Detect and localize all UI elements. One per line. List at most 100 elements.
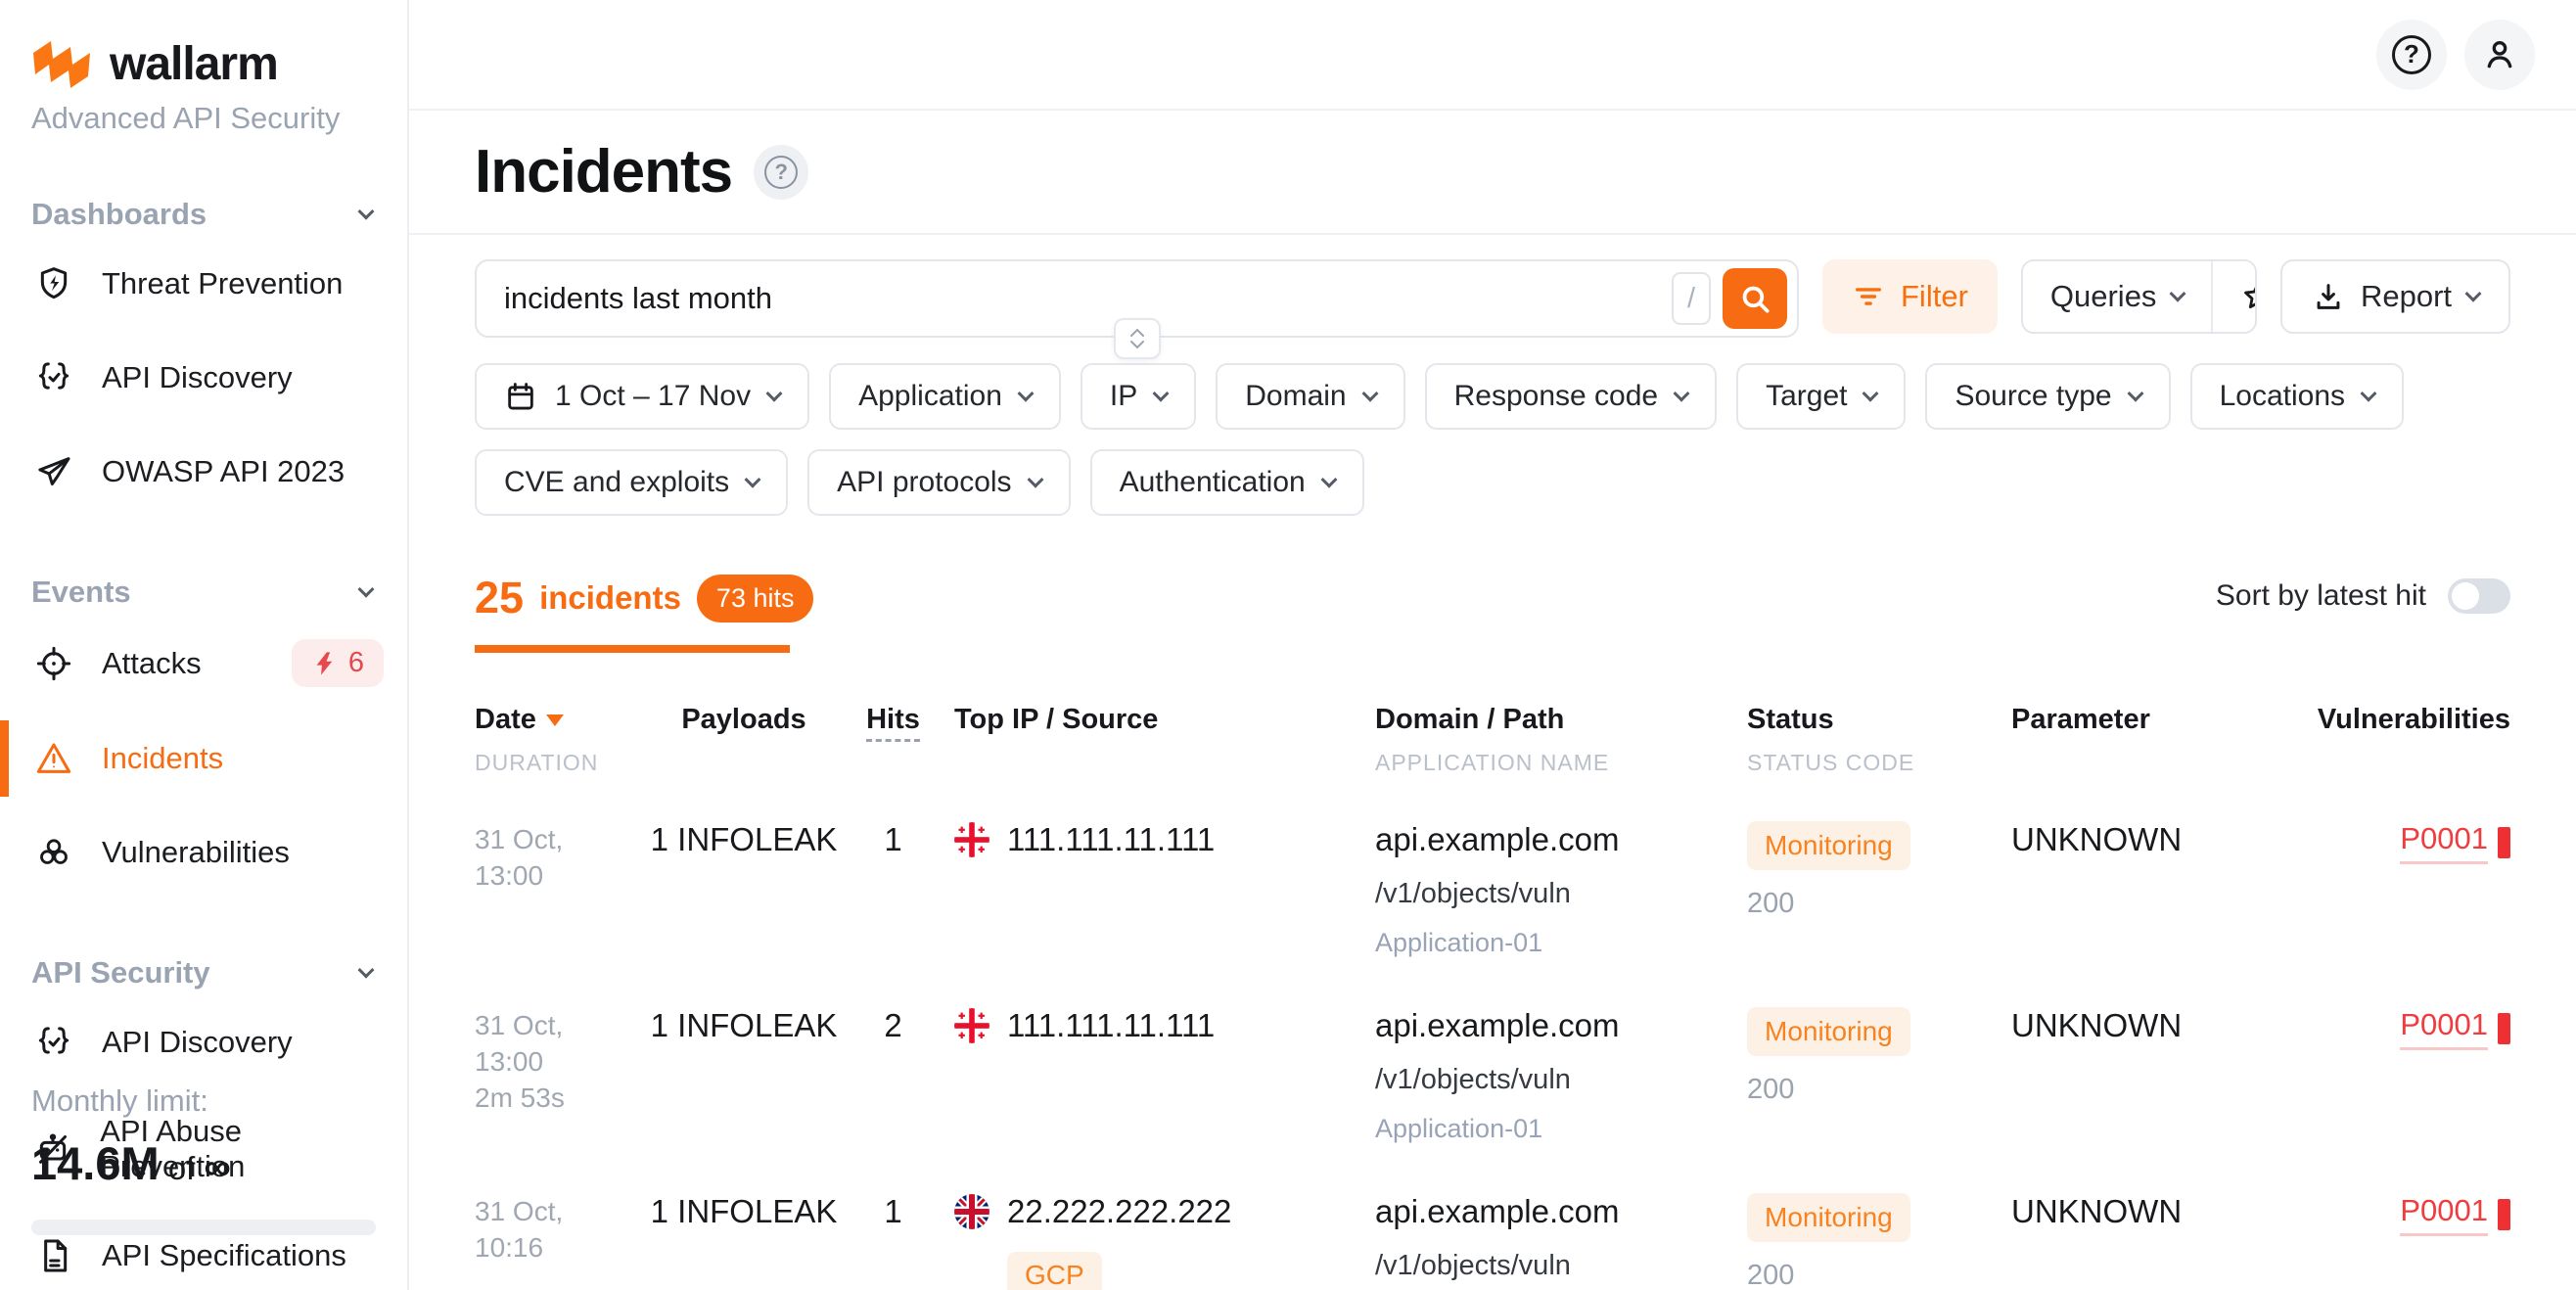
shield-bolt-icon [31, 261, 76, 306]
chevron-down-icon [1674, 386, 1690, 402]
question-icon: ? [2392, 35, 2431, 74]
vulnerability-link[interactable]: P0001 [2400, 821, 2510, 864]
chevron-down-icon [2465, 286, 2482, 302]
sidebar-section-events[interactable]: Events [0, 575, 407, 610]
sort-desc-icon [546, 714, 564, 726]
ip-filter[interactable]: IP [1081, 363, 1196, 430]
risk-bar-icon [2498, 1199, 2510, 1230]
sidebar-item-label: API Specifications [102, 1238, 346, 1273]
application-name: Application-01 [1375, 1114, 1727, 1144]
sidebar-section-api-security[interactable]: API Security [0, 955, 407, 991]
sidebar-item-api-discovery-2[interactable]: API Discovery [0, 1000, 407, 1084]
calendar-icon [504, 380, 537, 413]
user-menu-button[interactable] [2464, 20, 2535, 90]
ip-address[interactable]: 22.222.222.222 [1007, 1193, 1231, 1230]
page-help-button[interactable]: ? [754, 145, 808, 200]
cell-status: Monitoring 200 [1727, 1007, 1992, 1144]
sidebar-item-vulnerabilities[interactable]: Vulnerabilities [0, 810, 407, 895]
application-filter[interactable]: Application [829, 363, 1061, 430]
cell-parameter: UNKNOWN [1992, 1007, 2315, 1144]
path: /v1/objects/vuln [1375, 878, 1727, 910]
product-subtitle: Advanced API Security [0, 91, 407, 136]
date-range-filter[interactable]: 1 Oct – 17 Nov [475, 363, 809, 430]
incidents-count: 25 [475, 573, 524, 623]
table-body: 31 Oct, 13:00 1 INFOLEAK 1 111.111.11.11… [475, 821, 2510, 1290]
cve-exploits-filter[interactable]: CVE and exploits [475, 449, 788, 516]
filter-chips-row-1: 1 Oct – 17 Nov Application IP Domain Res… [409, 338, 2576, 430]
api-protocols-filter[interactable]: API protocols [807, 449, 1070, 516]
domain[interactable]: api.example.com [1375, 821, 1727, 858]
col-hits[interactable]: Hits [851, 704, 935, 776]
logo[interactable]: wallarm [0, 29, 407, 91]
chevron-down-icon [358, 204, 375, 220]
infinity-symbol: ∞ [205, 1147, 231, 1188]
response-code-filter[interactable]: Response code [1425, 363, 1717, 430]
cell-date: 31 Oct, 13:00 2m 53s [475, 1007, 636, 1144]
sort-toggle[interactable] [2448, 578, 2510, 614]
sidebar-item-label: Attacks [102, 646, 202, 681]
source-type-filter[interactable]: Source type [1925, 363, 2170, 430]
crosshair-icon [31, 641, 76, 686]
col-payloads: Payloads [636, 704, 851, 776]
cell-payloads: 1 INFOLEAK [636, 1007, 851, 1144]
sort-label: Sort by latest hit [2216, 579, 2426, 613]
page-title: Incidents [475, 137, 732, 207]
sidebar-section-dashboards[interactable]: Dashboards [0, 197, 407, 232]
chevron-up-icon [1129, 328, 1145, 338]
cell-payloads: 1 INFOLEAK [636, 1193, 851, 1290]
user-icon [2480, 35, 2519, 74]
domain[interactable]: api.example.com [1375, 1193, 1727, 1230]
domain-filter[interactable]: Domain [1216, 363, 1404, 430]
wallarm-logo-icon [31, 39, 94, 90]
ip-address[interactable]: 111.111.11.111 [1007, 1007, 1215, 1044]
queries-group: Queries [2021, 259, 2257, 334]
domain[interactable]: api.example.com [1375, 1007, 1727, 1044]
locations-filter[interactable]: Locations [2190, 363, 2404, 430]
chevron-down-icon [766, 386, 783, 402]
tab-incidents[interactable]: 25 incidents 73 hits [475, 573, 813, 653]
search-area: / [475, 259, 1799, 338]
incident-row[interactable]: 31 Oct, 13:00 2m 53s 1 INFOLEAK 2 111.11… [475, 1007, 2510, 1144]
sidebar-item-label: API Discovery [102, 1025, 293, 1060]
search-button[interactable] [1723, 268, 1787, 329]
filter-button[interactable]: Filter [1822, 259, 1998, 334]
sidebar-item-label: Incidents [102, 741, 223, 776]
search-input[interactable] [504, 281, 1672, 316]
cell-parameter: UNKNOWN [1992, 1193, 2315, 1290]
filter-icon [1852, 280, 1885, 313]
sidebar-item-label: Vulnerabilities [102, 835, 290, 870]
sidebar-item-api-discovery[interactable]: API Discovery [0, 336, 407, 420]
download-icon [2312, 280, 2345, 313]
topbar: ? [409, 0, 2576, 111]
help-button[interactable]: ? [2376, 20, 2447, 90]
vulnerability-link[interactable]: P0001 [2400, 1007, 2510, 1050]
vulnerability-link[interactable]: P0001 [2400, 1193, 2510, 1236]
page-header: Incidents ? [409, 111, 2576, 235]
sidebar-item-threat-prevention[interactable]: Threat Prevention [0, 242, 407, 326]
cell-top-ip: 111.111.11.111 [935, 1007, 1356, 1144]
chevron-down-icon [1017, 386, 1034, 402]
chip-label: Application [858, 380, 1002, 413]
status-code: 200 [1747, 888, 1992, 920]
incident-row[interactable]: 31 Oct, 13:00 1 INFOLEAK 1 111.111.11.11… [475, 821, 2510, 958]
favorite-query-button[interactable] [2211, 261, 2257, 332]
target-filter[interactable]: Target [1736, 363, 1906, 430]
cell-vulnerabilities: P0001 [2400, 1193, 2510, 1290]
search-collapse-handle[interactable] [1114, 318, 1161, 359]
sort-control: Sort by latest hit [2216, 578, 2510, 614]
queries-dropdown[interactable]: Queries [2023, 261, 2212, 332]
sidebar-item-attacks[interactable]: Attacks 6 [0, 620, 407, 707]
main-content: ? Incidents ? / [409, 0, 2576, 1290]
col-date[interactable]: Date DURATION [475, 704, 636, 776]
ip-address[interactable]: 111.111.11.111 [1007, 821, 1215, 858]
report-button[interactable]: Report [2280, 259, 2510, 334]
sidebar-item-owasp-api-2023[interactable]: OWASP API 2023 [0, 430, 407, 514]
filter-label: Filter [1901, 279, 1968, 314]
incident-row[interactable]: 31 Oct, 10:16 1 INFOLEAK 1 22.222.222.22… [475, 1193, 2510, 1290]
cell-domain: api.example.com /v1/objects/vuln Applica… [1356, 1193, 1727, 1290]
application-name: Application-01 [1375, 928, 1727, 958]
sidebar: wallarm Advanced API Security Dashboards… [0, 0, 409, 1290]
cell-status: Monitoring 200 [1727, 821, 1992, 958]
sidebar-item-incidents[interactable]: Incidents [0, 716, 407, 801]
authentication-filter[interactable]: Authentication [1090, 449, 1364, 516]
